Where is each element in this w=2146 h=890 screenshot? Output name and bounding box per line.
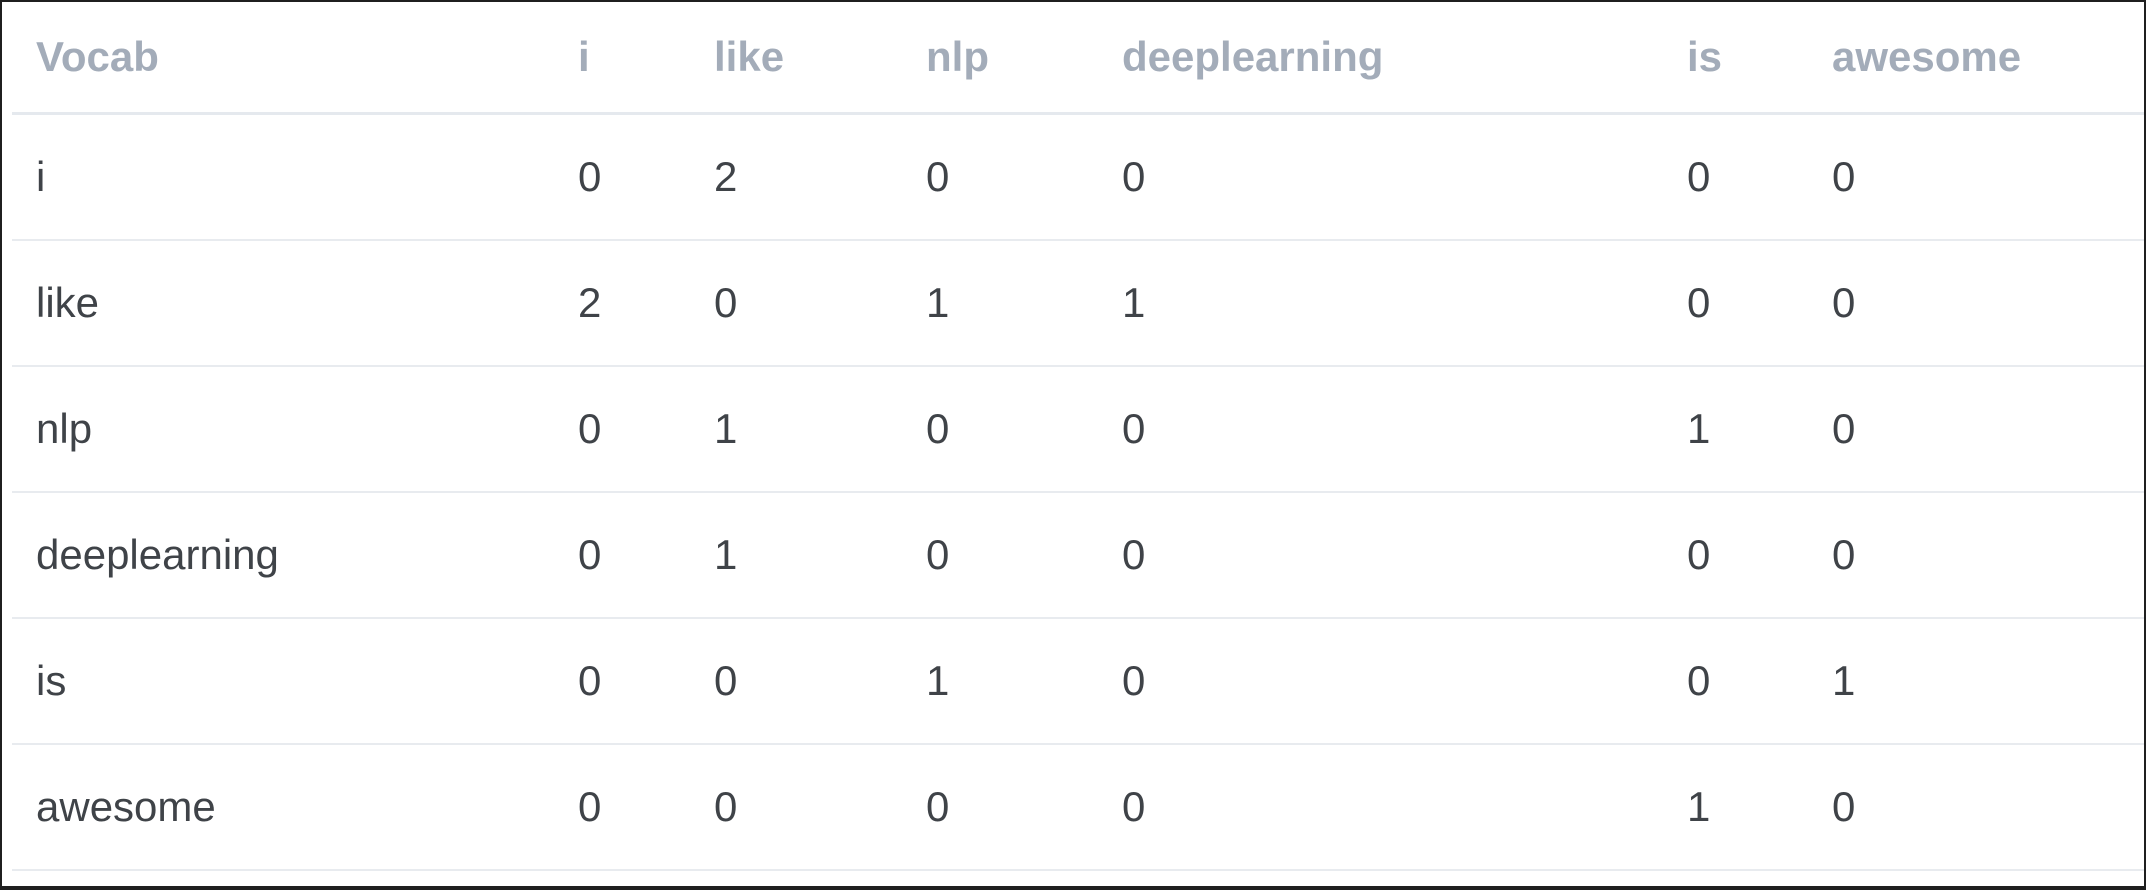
table-frame: Vocab i like nlp deeplearning is awesome… [2,2,2144,886]
table-row: i 0 2 0 0 0 0 [12,113,2144,241]
table-cell: 0 [1122,366,1687,493]
column-header-vocab[interactable]: Vocab [12,2,578,115]
table-cell: 0 [1122,744,1687,871]
column-header-like[interactable]: like [714,2,926,115]
table-cell: 0 [1832,240,2144,367]
table-cell: 0 [1122,113,1687,241]
table-cell: 0 [926,366,1122,493]
table-row: like 2 0 1 1 0 0 [12,240,2144,367]
table-cell: 0 [1122,618,1687,745]
table-row: deeplearning 0 1 0 0 0 0 [12,492,2144,619]
table-cell: 0 [1832,744,2144,871]
table-cell: 0 [1122,492,1687,619]
table-cell: 0 [1687,113,1832,241]
table-cell: 2 [578,240,714,367]
table-cell: 1 [714,366,926,493]
table-cell: 0 [578,366,714,493]
table-cell: 0 [926,744,1122,871]
table-cell: 1 [714,492,926,619]
table-cell: 0 [578,744,714,871]
table-cell: 0 [714,240,926,367]
table-cell: 1 [1122,240,1687,367]
row-label: like [12,240,578,367]
row-label: deeplearning [12,492,578,619]
table-cell: 0 [926,492,1122,619]
column-header-deeplearning[interactable]: deeplearning [1122,2,1687,115]
table-cell: 0 [1832,113,2144,241]
co-occurrence-table: Vocab i like nlp deeplearning is awesome… [12,2,2144,871]
table-cell: 1 [1687,366,1832,493]
column-header-nlp[interactable]: nlp [926,2,1122,115]
table-cell: 0 [1687,492,1832,619]
row-label: i [12,113,578,241]
table-cell: 0 [1687,240,1832,367]
table-row: awesome 0 0 0 0 1 0 [12,744,2144,871]
table-cell: 0 [578,618,714,745]
column-header-i[interactable]: i [578,2,714,115]
table-row: nlp 0 1 0 0 1 0 [12,366,2144,493]
table-cell: 0 [578,113,714,241]
table-cell: 0 [1687,618,1832,745]
table-header-row: Vocab i like nlp deeplearning is awesome [12,2,2144,115]
table-cell: 0 [578,492,714,619]
row-label: nlp [12,366,578,493]
column-header-awesome[interactable]: awesome [1832,2,2144,115]
column-header-is[interactable]: is [1687,2,1832,115]
table-cell: 1 [926,240,1122,367]
table-cell: 0 [714,618,926,745]
table-cell: 1 [1832,618,2144,745]
row-label: is [12,618,578,745]
table-cell: 0 [714,744,926,871]
table-cell: 0 [1832,492,2144,619]
table-cell: 0 [926,113,1122,241]
table-cell: 0 [1832,366,2144,493]
row-label: awesome [12,744,578,871]
table-cell: 2 [714,113,926,241]
table-cell: 1 [926,618,1122,745]
table-row: is 0 0 1 0 0 1 [12,618,2144,745]
table-cell: 1 [1687,744,1832,871]
